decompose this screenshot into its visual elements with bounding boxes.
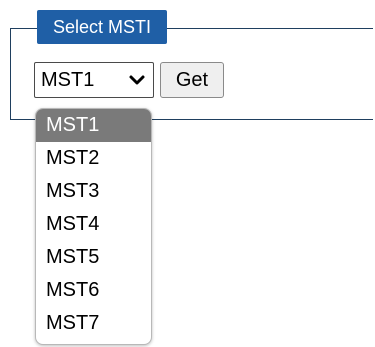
dropdown-option-mst1[interactable]: MST1 — [36, 109, 151, 142]
dropdown-option-mst3[interactable]: MST3 — [36, 175, 151, 208]
dropdown-option-mst6[interactable]: MST6 — [36, 274, 151, 307]
fieldset-legend: Select MSTI — [37, 10, 168, 44]
msti-panel: Select MSTI MST1 Get MST1 MST2 MST3 MST4… — [0, 0, 375, 347]
chevron-down-icon — [127, 63, 147, 97]
msti-dropdown-list: MST1 MST2 MST3 MST4 MST5 MST6 MST7 — [35, 108, 152, 345]
msti-select-value: MST1 — [41, 69, 95, 91]
dropdown-option-mst2[interactable]: MST2 — [36, 142, 151, 175]
msti-select[interactable]: MST1 — [34, 62, 154, 98]
dropdown-option-mst7[interactable]: MST7 — [36, 307, 151, 340]
dropdown-option-mst5[interactable]: MST5 — [36, 241, 151, 274]
get-button[interactable]: Get — [160, 62, 224, 98]
dropdown-option-mst4[interactable]: MST4 — [36, 208, 151, 241]
